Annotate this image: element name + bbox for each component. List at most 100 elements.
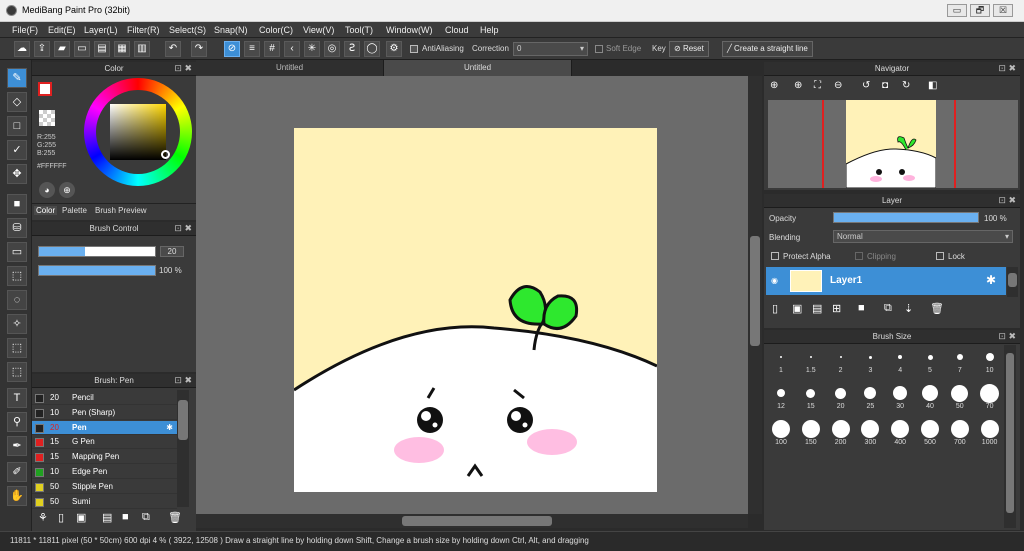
divide-tool-icon[interactable]: ⚲ <box>7 412 27 432</box>
eyedropper-tool-icon[interactable]: ✐ <box>7 462 27 482</box>
brush-list-scrollbar[interactable] <box>177 390 189 507</box>
panel-close-icon[interactable]: ⊡ ✖ <box>998 330 1016 343</box>
brush-size-option[interactable]: 5 <box>916 347 944 377</box>
brush-size-option[interactable]: 2 <box>827 347 855 377</box>
reset-button[interactable]: ⊘ Reset <box>669 41 709 57</box>
brush-settings-icon[interactable]: ⚘ <box>38 511 48 524</box>
brush-size-option[interactable]: 30 <box>886 383 914 413</box>
menu-window[interactable]: Window(W) <box>386 25 433 35</box>
folder-icon[interactable]: ■ <box>858 302 865 314</box>
pen-tool-icon[interactable]: ✒ <box>7 436 27 456</box>
lock-checkbox[interactable] <box>936 252 944 260</box>
document-icon[interactable]: ▤ <box>94 41 110 57</box>
menu-view[interactable]: View(V) <box>303 25 334 35</box>
panel-icon[interactable]: ▦ <box>114 41 130 57</box>
brush-opacity-slider[interactable] <box>38 265 156 276</box>
menu-help[interactable]: Help <box>480 25 499 35</box>
soft-edge-checkbox[interactable] <box>595 45 603 53</box>
new-layer-icon[interactable]: ▯ <box>772 302 778 315</box>
scroll-thumb[interactable] <box>178 400 188 440</box>
select-brush-tool-icon[interactable]: ⬚ <box>7 338 27 358</box>
new-halftone-layer-icon[interactable]: ▣ <box>792 302 802 315</box>
gradient-tool-icon[interactable]: ▭ <box>7 242 27 262</box>
layer-settings-gear-icon[interactable]: ✱ <box>986 273 996 287</box>
bucket-tool-icon[interactable]: ⛁ <box>7 218 27 238</box>
brush-list-item[interactable]: 10 Edge Pen <box>32 465 177 479</box>
layer-scroll-thumb[interactable] <box>1008 273 1017 287</box>
rotate-reset-icon[interactable]: ◘ <box>882 80 888 91</box>
brush-list-item[interactable]: 50 Stipple Pen <box>32 479 177 494</box>
menu-color[interactable]: Color(C) <box>259 25 293 35</box>
zoom-fit-icon[interactable]: ⊕ <box>794 80 802 91</box>
brush-size-option[interactable]: 25 <box>856 383 884 413</box>
rotate-right-icon[interactable]: ↻ <box>902 80 910 91</box>
menu-file[interactable]: File(F) <box>12 25 38 35</box>
undo-icon[interactable]: ↶ <box>165 41 181 57</box>
brush-tool-icon[interactable]: ✎ <box>7 68 27 88</box>
brush-size-option[interactable]: 4 <box>886 347 914 377</box>
brush-size-option[interactable]: 70 <box>976 383 1004 413</box>
delete-layer-icon[interactable]: 🗑 <box>930 302 944 315</box>
eye-icon[interactable]: ◉ <box>771 276 778 285</box>
tab-color[interactable]: Color <box>34 206 58 215</box>
menu-cloud[interactable]: Cloud <box>445 25 469 35</box>
canvas-vscroll-thumb[interactable] <box>750 236 760 346</box>
brush-size-option[interactable]: 7 <box>946 347 974 377</box>
panel-close-icon[interactable]: ⊡ ✖ <box>174 222 192 235</box>
select-pen-tool-icon[interactable]: ✓ <box>7 140 27 160</box>
brush-size-value[interactable]: 20 <box>160 246 184 257</box>
brush-size-option[interactable]: 100 <box>767 419 795 449</box>
layer-row[interactable]: ◉ Layer1 ✱ <box>766 267 1006 295</box>
brush-size-option[interactable]: 400 <box>886 419 914 449</box>
select-eraser-tool-icon[interactable]: ⬚ <box>7 362 27 382</box>
circle-snap-icon[interactable]: ◯ <box>364 41 380 57</box>
magic-wand-tool-icon[interactable]: ✧ <box>7 314 27 334</box>
menu-edit[interactable]: Edit(E) <box>48 25 76 35</box>
saturation-box[interactable] <box>110 104 166 160</box>
brush-size-scroll-thumb[interactable] <box>1006 353 1014 513</box>
brush-list-item[interactable]: 15 G Pen <box>32 435 177 450</box>
canvas-hscroll-thumb[interactable] <box>402 516 552 526</box>
layer-opacity-slider[interactable] <box>833 212 979 223</box>
brush-size-option[interactable]: 300 <box>856 419 884 449</box>
drawing-canvas[interactable] <box>294 128 657 492</box>
fill-tool-icon[interactable]: ■ <box>7 194 27 214</box>
text-tool-icon[interactable]: T <box>7 388 27 408</box>
fit-screen-icon[interactable]: ⛶ <box>814 80 821 91</box>
upload-icon[interactable]: ⇪ <box>34 41 50 57</box>
blending-select[interactable]: Normal ▾ <box>833 230 1013 243</box>
concentric-snap-icon[interactable]: ◎ <box>324 41 340 57</box>
perspective-snap-icon[interactable]: ‹ <box>284 41 300 57</box>
brush-list-item[interactable]: 15 Mapping Pen <box>32 450 177 465</box>
eyedrop-icon[interactable]: ⊕ <box>59 182 75 198</box>
cloud-icon[interactable]: ☁ <box>14 41 30 57</box>
menu-tool[interactable]: Tool(T) <box>345 25 373 35</box>
brush-size-option[interactable]: 3 <box>856 347 884 377</box>
antialiasing-checkbox[interactable] <box>410 45 418 53</box>
panel-close-icon[interactable]: ⊡ ✖ <box>998 62 1016 75</box>
brush-size-option[interactable]: 1000 <box>976 419 1004 449</box>
foreground-color-swatch[interactable] <box>38 82 52 96</box>
parallel-snap-icon[interactable]: ≡ <box>244 41 260 57</box>
add-layer-icon[interactable]: ⊞ <box>832 302 841 315</box>
panel-close-icon[interactable]: ⊡ ✖ <box>998 194 1016 207</box>
lasso-tool-icon[interactable]: ◌ <box>7 290 27 310</box>
brush-size-option[interactable]: 1.5 <box>797 347 825 377</box>
brush-size-option[interactable]: 12 <box>767 383 795 413</box>
maximize-button[interactable]: 🗗 <box>970 4 990 17</box>
color-wheel[interactable] <box>84 78 192 186</box>
brush-size-option[interactable]: 15 <box>797 383 825 413</box>
brush-size-option[interactable]: 40 <box>916 383 944 413</box>
select-rect-tool-icon[interactable]: ⬚ <box>7 266 27 286</box>
dot-tool-icon[interactable]: □ <box>7 116 27 136</box>
settings-snap-icon[interactable]: ⚙ <box>386 41 402 57</box>
tab-untitled-1[interactable]: Untitled <box>196 60 384 76</box>
brush-size-option[interactable]: 200 <box>827 419 855 449</box>
snap-off-icon[interactable]: ⊘ <box>224 41 240 57</box>
radial-snap-icon[interactable]: ✳ <box>304 41 320 57</box>
menu-select[interactable]: Select(S) <box>169 25 206 35</box>
chat-icon[interactable]: ▭ <box>74 41 90 57</box>
redo-icon[interactable]: ↷ <box>191 41 207 57</box>
brush-size-option[interactable]: 150 <box>797 419 825 449</box>
grid-snap-icon[interactable]: # <box>264 41 280 57</box>
